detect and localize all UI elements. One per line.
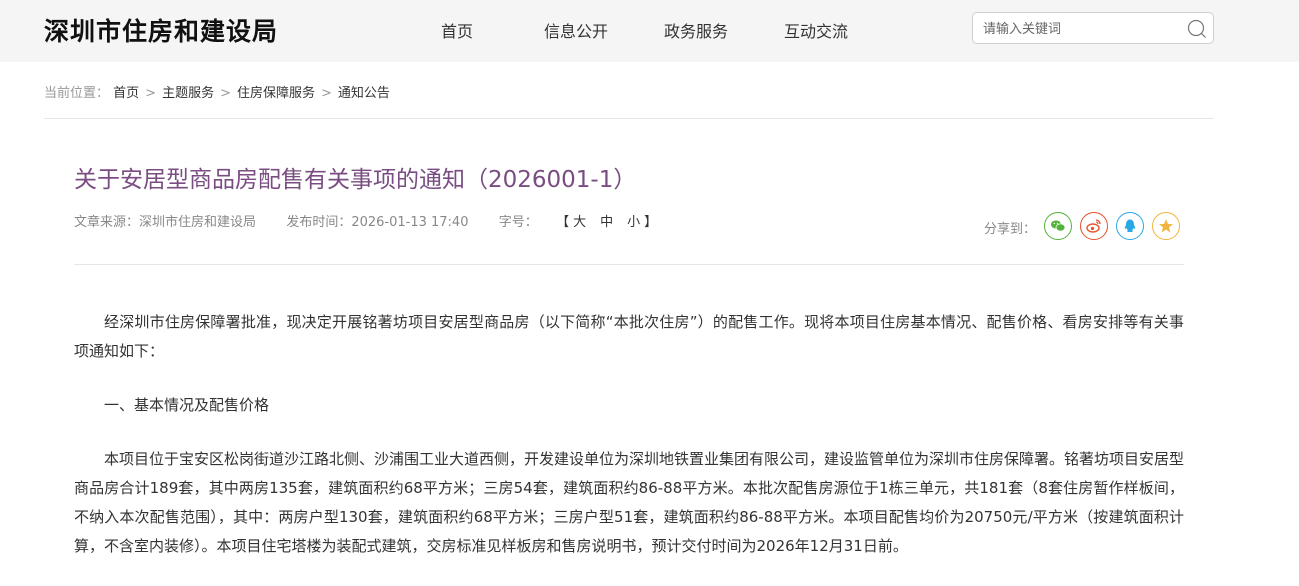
- site-header: 深圳市住房和建设局 首页 信息公开 政务服务 互动交流: [0, 0, 1299, 62]
- search-input[interactable]: [983, 19, 1173, 39]
- publish-label: 发布时间：: [286, 215, 352, 230]
- share-wechat-button[interactable]: [1044, 212, 1072, 240]
- share-qzone-button[interactable]: [1152, 212, 1180, 240]
- divider: [74, 264, 1184, 265]
- breadcrumb-home[interactable]: 首页: [113, 86, 139, 101]
- breadcrumb: 当前位置： 首页 > 主题服务 > 住房保障服务 > 通知公告: [44, 82, 390, 101]
- section-heading: 一、基本情况及配售价格: [104, 396, 270, 414]
- nav-home[interactable]: 首页: [441, 18, 473, 42]
- share-label: 分享到：: [984, 222, 1037, 237]
- font-size-small[interactable]: 小: [623, 211, 644, 230]
- qzone-star-icon: [1159, 219, 1173, 233]
- breadcrumb-topic-services[interactable]: 主题服务: [162, 86, 214, 101]
- breadcrumb-notices[interactable]: 通知公告: [338, 86, 390, 101]
- breadcrumb-separator: >: [145, 86, 157, 101]
- font-size-open-bracket: 【: [556, 215, 570, 230]
- share-qq-button[interactable]: [1116, 212, 1144, 240]
- search-box: [972, 12, 1214, 44]
- share-weibo-button[interactable]: [1080, 212, 1108, 240]
- publish-time: 2026-01-13 17:40: [351, 215, 469, 230]
- font-size-large[interactable]: 大: [569, 211, 590, 230]
- font-size-label: 字号：: [498, 215, 538, 230]
- article-title: 关于安居型商品房配售有关事项的通知（2026001-1）: [74, 167, 637, 193]
- article-paragraph: 经深圳市住房保障署批准，现决定开展铭著坊项目安居型商品房（以下简称“本批次住房”…: [74, 313, 1184, 360]
- nav-info-disclosure[interactable]: 信息公开: [544, 18, 608, 42]
- qq-icon: [1124, 219, 1136, 232]
- weibo-icon: [1086, 219, 1101, 233]
- breadcrumb-separator: >: [321, 86, 332, 101]
- article-paragraph: 本项目位于宝安区松岗街道沙江路北侧、沙浦围工业大道西侧，开发建设单位为深圳地铁置…: [74, 450, 1185, 555]
- search-icon[interactable]: [1187, 19, 1207, 39]
- source-label: 文章来源：: [74, 215, 140, 230]
- divider: [44, 118, 1214, 119]
- wechat-icon: [1051, 220, 1066, 232]
- breadcrumb-separator: >: [220, 86, 231, 101]
- article-meta: 文章来源：深圳市住房和建设局 发布时间：2026-01-13 17:40 字号：…: [74, 211, 657, 230]
- article-source: 深圳市住房和建设局: [139, 215, 257, 230]
- nav-government-services[interactable]: 政务服务: [664, 18, 728, 42]
- breadcrumb-label: 当前位置：: [44, 86, 110, 101]
- site-title[interactable]: 深圳市住房和建设局: [44, 12, 278, 48]
- font-size-medium[interactable]: 中: [596, 211, 617, 230]
- breadcrumb-housing-security[interactable]: 住房保障服务: [237, 86, 315, 101]
- nav-interaction[interactable]: 互动交流: [784, 18, 848, 42]
- article-body: 经深圳市住房保障署批准，现决定开展铭著坊项目安居型商品房（以下简称“本批次住房”…: [74, 308, 1184, 586]
- font-size-close-bracket: 】: [644, 215, 658, 230]
